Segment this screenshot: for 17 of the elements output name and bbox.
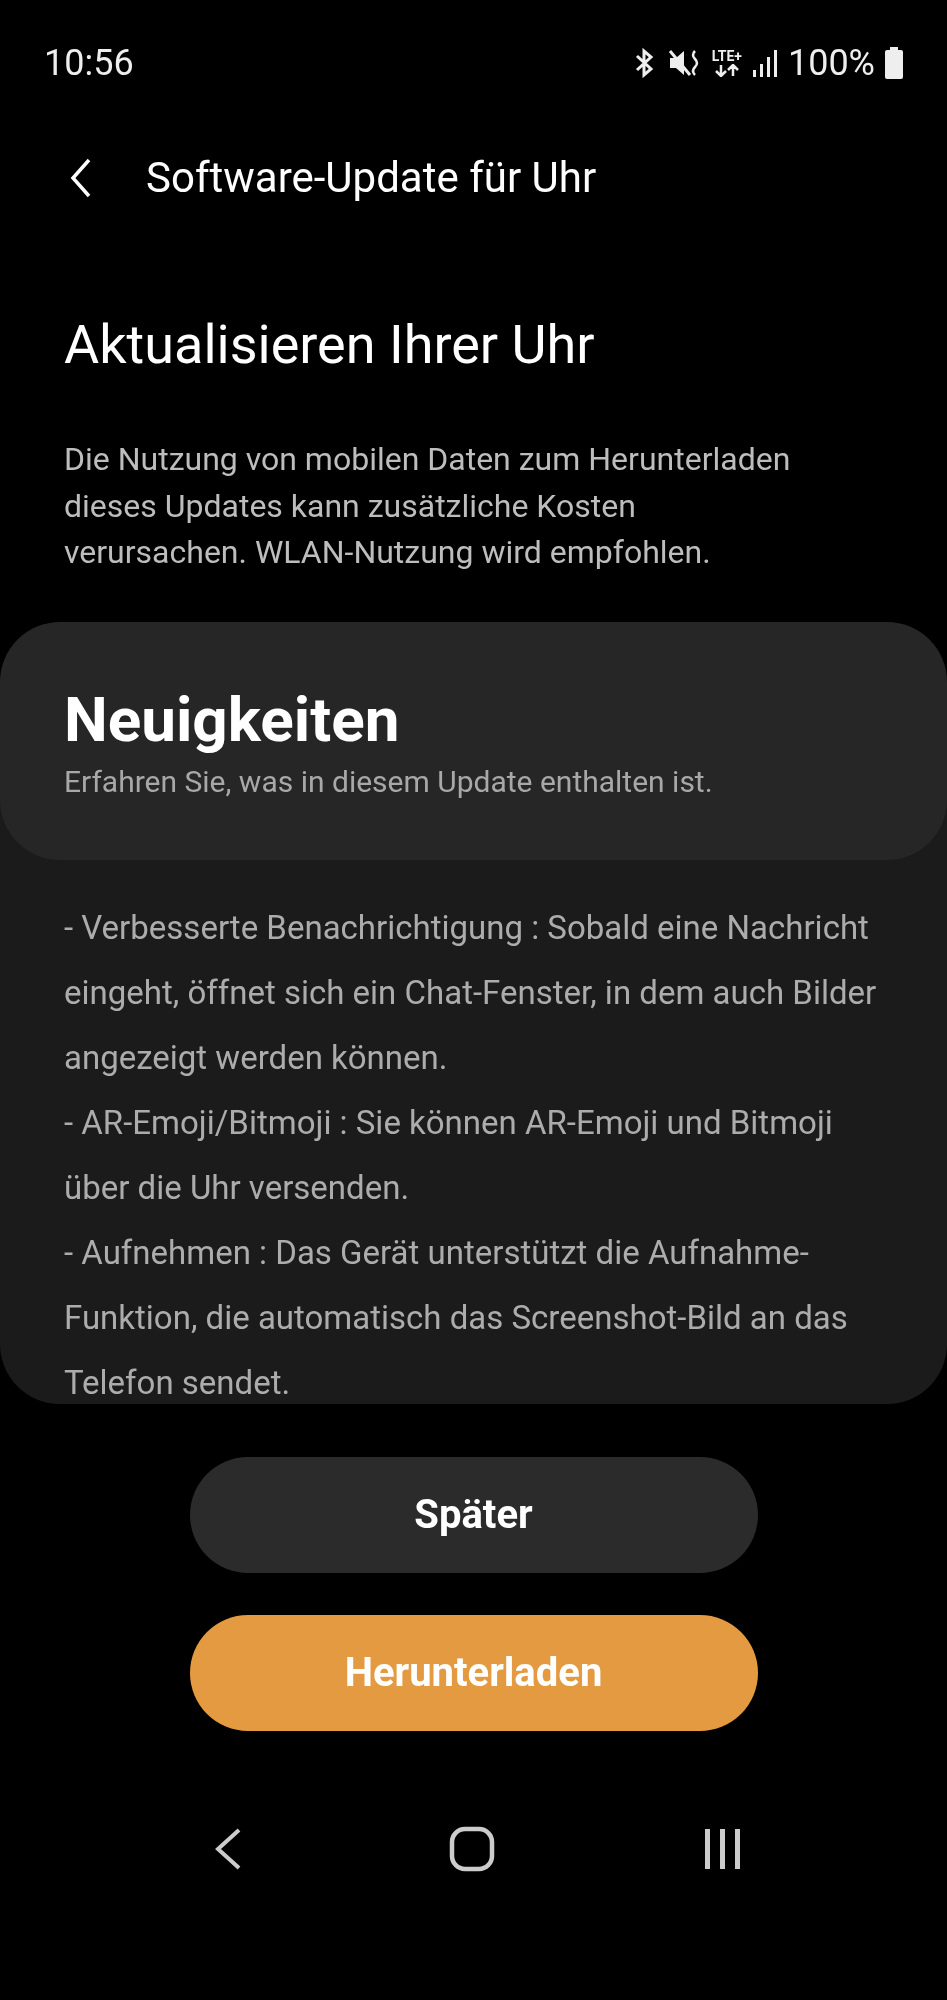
data-arrows-icon: [714, 64, 739, 77]
later-button[interactable]: Später: [189, 1456, 758, 1573]
signal-icon: [751, 47, 778, 78]
changelog-entry: - AR-Emoji/Bitmoji : Sie können AR-Emoji und Bitmoji über die Uhr versenden.: [64, 1101, 834, 1209]
whats-new-subtitle: Erfahren Sie, was in diesem Update enthalten ist.: [64, 763, 714, 799]
update-heading: Aktualisieren Ihrer Uhr: [64, 312, 596, 378]
whats-new-title: Neuigkeiten: [64, 683, 401, 756]
home-icon[interactable]: [449, 1825, 496, 1872]
network-type: LTE+: [711, 48, 742, 64]
status-time: 10:56: [44, 41, 134, 84]
changelog-entry: - Verbesserte Benachrichtigung : Sobald eine Nachricht eingeht, öffnet sich ein Chat-Fenster, in dem auch Bilder angezeigt werden können.: [64, 906, 878, 1079]
battery-percent: 100%: [787, 41, 875, 84]
changelog-entry: - Aufnehmen : Das Gerät unterstützt die Aufnahme-Funktion, die automatisch das Screenshot-Bild an das Telefon sendet.: [64, 1231, 849, 1404]
page-title: Software-Update für Uhr: [146, 153, 597, 202]
battery-icon: [885, 46, 903, 79]
data-usage-notice: Die Nutzung von mobilen Daten zum Herunterladen dieses Updates kann zusätzliche Kosten verursachen. WLAN-Nutzung wird empfohlen.: [64, 439, 792, 573]
back-icon[interactable]: [70, 157, 92, 198]
